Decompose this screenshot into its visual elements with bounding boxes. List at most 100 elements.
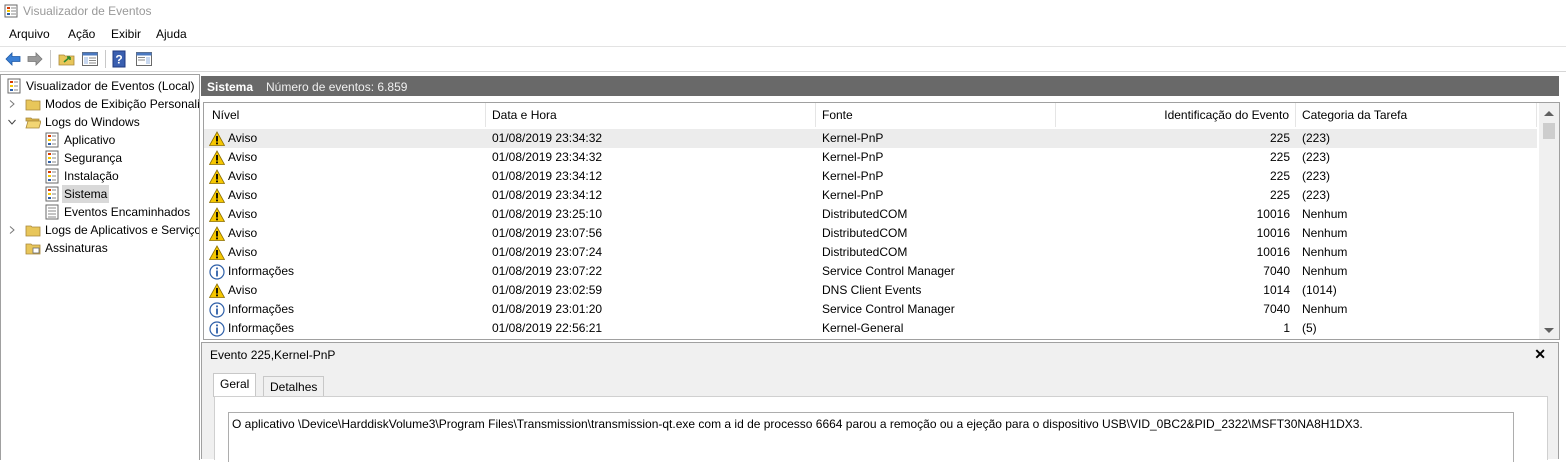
cell-level: Aviso [228,188,258,202]
cell-source: Kernel-General [822,321,904,335]
tree-node-label: Visualizador de Eventos (Local) [26,79,195,93]
cell-source: Kernel-PnP [822,188,884,202]
menu-exibir[interactable]: Exibir [111,27,141,41]
tree-node-label: Logs de Aplicativos e Serviço [45,223,200,237]
chevron-down-icon[interactable] [8,118,16,126]
menu-bar: Arquivo Ação Exibir Ajuda [0,23,1566,45]
info-icon [209,302,225,318]
table-row[interactable]: Informações 01/08/2019 22:56:21 Kernel-Gen… [204,319,1537,338]
cell-event-id: 10016 [1256,226,1290,240]
cell-level: Aviso [228,226,258,240]
cell-date: 01/08/2019 23:34:12 [492,169,603,183]
vertical-scrollbar[interactable] [1539,103,1559,339]
column-header-level[interactable]: Nível [206,103,486,127]
help-icon[interactable]: ? [111,50,129,68]
chevron-right-icon[interactable] [8,226,16,234]
cell-source: Kernel-PnP [822,131,884,145]
table-row[interactable]: Informações 01/08/2019 23:07:22 Service Co… [204,262,1537,281]
table-row[interactable]: Aviso 01/08/2019 23:34:12 Kernel-PnP 225 (22… [204,167,1537,186]
show-hide-tree-icon[interactable] [81,50,99,68]
cell-event-id: 7040 [1263,302,1290,316]
svg-text:?: ? [115,53,122,67]
cell-category: Nenhum [1302,245,1348,259]
cell-level: Aviso [228,131,258,145]
info-icon [209,264,225,280]
cell-source: Kernel-PnP [822,169,884,183]
column-header-category[interactable]: Categoria da Tarefa [1296,103,1537,127]
table-row[interactable]: Aviso 01/08/2019 23:02:59 DNS Client Event… [204,281,1537,300]
cell-event-id: 7040 [1263,264,1290,278]
cell-category: Nenhum [1302,302,1348,316]
back-arrow-icon[interactable] [4,50,22,68]
column-header-source[interactable]: Fonte [816,103,1056,127]
cell-date: 01/08/2019 23:34:12 [492,188,603,202]
cell-date: 01/08/2019 23:02:59 [492,283,603,297]
cell-source: DistributedCOM [822,226,908,240]
warning-icon [209,283,225,298]
cell-category: (223) [1302,150,1331,164]
console-tree: Visualizador de Eventos (Local) Modos de… [0,74,200,460]
table-row[interactable]: Informações 01/08/2019 23:01:20 Service Co… [204,300,1537,319]
table-row[interactable]: Aviso 01/08/2019 23:07:24 DistributedCOM 10… [204,243,1537,262]
scrollbar-thumb[interactable] [1543,123,1555,139]
table-row[interactable]: Aviso 01/08/2019 23:34:32 Kernel-PnP 225 (22… [204,148,1537,167]
scroll-up-icon[interactable] [1544,111,1554,116]
log-icon [45,168,59,184]
menu-ajuda[interactable]: Ajuda [156,27,187,41]
cell-date: 01/08/2019 23:34:32 [492,131,603,145]
cell-date: 01/08/2019 23:34:32 [492,150,603,164]
scroll-down-icon[interactable] [1544,328,1554,333]
cell-level: Aviso [228,150,258,164]
tab-general[interactable]: Geral [213,373,257,397]
table-row[interactable]: Aviso 01/08/2019 23:34:12 Kernel-PnP 225 (22… [204,186,1537,205]
events-list: Nível Data e Hora Fonte Identificação do… [203,102,1560,340]
warning-icon [209,188,225,203]
cell-source: DNS Client Events [822,283,922,297]
folder-icon [25,225,41,237]
event-description-box[interactable]: O aplicativo \Device\HarddiskVolume3\Pro… [228,412,1514,462]
show-action-pane-icon[interactable] [135,50,153,68]
folder-up-icon[interactable] [58,50,76,68]
tree-node-label: Instalação [64,169,119,183]
log-icon [45,150,59,166]
cell-level: Informações [228,264,295,278]
cell-event-id: 225 [1269,169,1290,183]
cell-date: 01/08/2019 23:01:20 [492,302,603,316]
chevron-right-icon[interactable] [8,100,16,108]
column-header-date[interactable]: Data e Hora [486,103,816,127]
table-row[interactable]: Aviso 01/08/2019 23:07:56 DistributedCOM 10… [204,224,1537,243]
tab-details[interactable]: Detalhes [263,376,325,397]
cell-level: Aviso [228,245,258,259]
cell-level: Informações [228,302,295,316]
cell-source: Service Control Manager [822,264,955,278]
table-row[interactable]: Aviso 01/08/2019 23:34:32 Kernel-PnP 225 (22… [204,129,1537,148]
close-icon[interactable]: ✕ [1534,346,1546,363]
event-details-title: Evento 225,Kernel-PnP [210,348,336,362]
forward-arrow-icon[interactable] [26,50,44,68]
folder-icon [25,99,41,111]
warning-icon [209,226,225,241]
cell-level: Aviso [228,169,258,183]
cell-event-id: 10016 [1256,245,1290,259]
cell-level: Informações [228,321,295,335]
toolbar-separator [105,50,106,68]
tree-node-label: Sistema [62,185,110,203]
event-viewer-icon [4,4,18,18]
table-row[interactable]: Aviso 01/08/2019 23:25:10 DistributedCOM 10… [204,205,1537,224]
cell-date: 01/08/2019 23:07:22 [492,264,603,278]
menu-acao[interactable]: Ação [68,27,95,41]
event-details-pane: Evento 225,Kernel-PnP ✕ Geral Detalhes O… [201,342,1559,462]
cell-source: DistributedCOM [822,245,908,259]
log-plain-icon [45,204,59,220]
title-bar: Visualizador de Eventos [0,0,1566,23]
cell-event-id: 225 [1269,131,1290,145]
menu-arquivo[interactable]: Arquivo [9,27,50,41]
tree-node-label: Modos de Exibição Personali [45,97,200,111]
cell-date: 01/08/2019 22:56:21 [492,321,603,335]
cell-event-id: 1014 [1263,283,1290,297]
cell-category: (223) [1302,169,1331,183]
cell-source: Service Control Manager [822,302,955,316]
cell-level: Aviso [228,283,258,297]
column-header-event-id[interactable]: Identificação do Evento [1056,103,1296,127]
cell-event-id: 225 [1269,188,1290,202]
